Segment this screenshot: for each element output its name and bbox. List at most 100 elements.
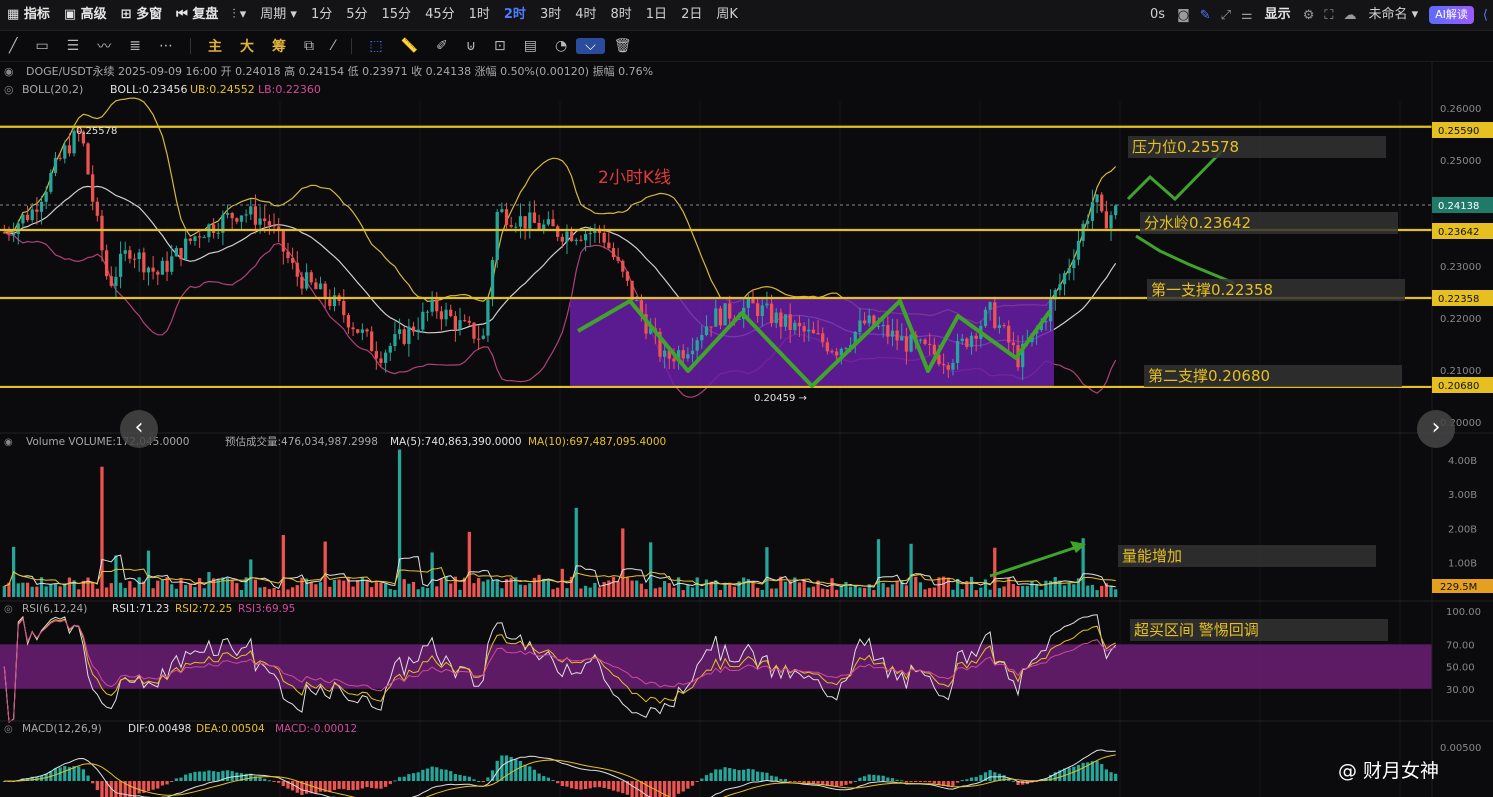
big-order-button[interactable]: 大 <box>231 36 263 56</box>
candle-body <box>197 236 202 238</box>
fullscreen-icon[interactable]: ⛶ <box>1319 8 1338 23</box>
next-arrow-button[interactable]: › <box>1417 410 1455 448</box>
lock-icon[interactable]: ⊡ <box>485 38 515 54</box>
candle-body <box>909 334 913 352</box>
display-menu[interactable]: 显示 <box>1258 0 1298 30</box>
volume-bar <box>565 588 569 597</box>
candle-body <box>751 298 755 304</box>
advanced-menu[interactable]: ▣ 高级 <box>57 0 114 30</box>
bell-icon[interactable]: ◎ <box>4 724 13 735</box>
macd-hist-bar <box>895 779 899 781</box>
macd-hist-bar <box>383 781 388 787</box>
volume-bar <box>472 583 476 597</box>
candle-body <box>583 234 588 241</box>
macd-hist-bar <box>718 769 723 781</box>
trash-icon[interactable]: 🗑 <box>605 38 641 54</box>
candle-body <box>504 209 509 226</box>
timeframe-tab-10[interactable]: 2日 <box>674 0 709 30</box>
candle-body <box>556 226 560 237</box>
volume-bar <box>425 588 430 597</box>
line-tool-icon[interactable]: ╱ <box>0 38 26 54</box>
copy-icon[interactable]: ⧉ <box>295 38 323 54</box>
timeframe-tab-8[interactable]: 8时 <box>604 0 639 30</box>
macd-hist-bar <box>518 761 523 781</box>
timeframe-tab-0[interactable]: 1分 <box>304 0 339 30</box>
macd-hist-bar <box>779 778 783 781</box>
candle-body <box>895 330 899 341</box>
brush-icon[interactable]: ⁄ <box>323 38 343 54</box>
candle-body <box>774 312 778 324</box>
account-menu[interactable]: 未命名 ▾ <box>1361 0 1425 30</box>
candle-body <box>523 216 527 229</box>
pen-icon[interactable]: ✎ <box>1195 8 1216 23</box>
note-icon[interactable]: ▤ <box>515 38 546 54</box>
candle-body <box>25 214 30 221</box>
boll-ub-value: UB:0.24552 <box>190 83 255 96</box>
candle-body <box>835 351 839 356</box>
chip-button[interactable]: 筹 <box>263 36 295 56</box>
volume-bar <box>239 589 244 597</box>
macd-hist-bar <box>277 781 281 783</box>
volume-bar <box>35 586 39 597</box>
macd-hist-bar <box>979 775 983 781</box>
bell-icon[interactable]: ◎ <box>4 604 13 615</box>
eye-icon[interactable]: ◉ <box>4 65 14 78</box>
volume-bar <box>546 580 551 597</box>
macd-hist-bar <box>476 780 481 782</box>
candle-body <box>1067 268 1071 274</box>
draw-icon[interactable]: ✐ <box>427 38 457 54</box>
volume-bar <box>323 541 327 597</box>
macd-hist-bar <box>160 781 165 786</box>
eye-icon[interactable]: ◔ <box>546 38 576 54</box>
candle-body <box>318 283 323 290</box>
indicator-menu[interactable]: ▦ 指标 <box>0 0 57 30</box>
timeframe-tab-2[interactable]: 15分 <box>375 0 419 30</box>
magnet-icon[interactable]: ⊍ <box>457 38 485 54</box>
volume-bar <box>142 581 146 597</box>
fib-tool-icon[interactable]: ≣ <box>120 38 150 54</box>
candle-type-icon: ⫶ ▾ <box>232 7 247 22</box>
wave-tool-icon[interactable]: 〰 <box>88 36 120 56</box>
timeframe-tab-6[interactable]: 3时 <box>533 0 568 30</box>
macd-hist-bar <box>621 781 625 794</box>
rect-tool-icon[interactable]: ▭ <box>26 38 57 54</box>
multi-window-menu[interactable]: ⊞ 多窗 <box>114 0 169 30</box>
visible-toggle-icon[interactable]: ⌵ <box>576 38 605 54</box>
prev-arrow-button[interactable]: ‹ <box>120 410 158 448</box>
macd-hist-bar <box>481 781 485 782</box>
gear-icon[interactable]: ⚙ <box>1298 8 1320 23</box>
more-tools-icon[interactable]: ⋯ <box>150 38 182 54</box>
settings-sliders-icon[interactable]: ⚌ <box>1236 8 1258 23</box>
expand-icon[interactable]: ⤢ <box>1216 8 1236 23</box>
candle-body <box>170 256 174 272</box>
ruler-icon[interactable]: 📏 <box>392 38 427 54</box>
volume-axis-tick: 2.00B <box>1448 524 1477 535</box>
period-menu[interactable]: 周期 ▾ <box>253 0 304 30</box>
eye-icon[interactable]: ◉ <box>4 437 13 448</box>
timeframe-tab-11[interactable]: 周K <box>709 0 745 30</box>
camera-icon[interactable]: ◙ <box>1172 8 1195 23</box>
ai-button[interactable]: AI解读 <box>1429 6 1474 24</box>
macd-hist-bar <box>91 781 95 784</box>
select-icon[interactable]: ⬚ <box>360 38 391 54</box>
macd-hist-bar <box>411 773 416 781</box>
candle-body <box>932 344 936 355</box>
chart-type-button[interactable]: ⫶ ▾ <box>225 0 253 30</box>
timeframe-tab-1[interactable]: 5分 <box>339 0 374 30</box>
cloud-icon[interactable]: ☁ <box>1338 8 1361 23</box>
candle-body <box>309 272 313 283</box>
timeframe-tab-9[interactable]: 1日 <box>639 0 674 30</box>
period-low-label: 0.20459 → <box>754 393 807 404</box>
main-chip-button[interactable]: 主 <box>199 36 231 56</box>
timeframe-tab-7[interactable]: 4时 <box>568 0 603 30</box>
share-icon[interactable]: ⟨ <box>1478 8 1493 23</box>
timeframe-tab-4[interactable]: 1时 <box>462 0 497 30</box>
timeframe-tab-3[interactable]: 45分 <box>418 0 462 30</box>
timeframe-tab-5[interactable]: 2时 <box>497 0 533 30</box>
candle-body <box>425 311 430 313</box>
hlines-tool-icon[interactable]: ☰ <box>58 38 89 54</box>
volume-bar <box>21 582 25 597</box>
bell-icon[interactable]: ◎ <box>4 83 14 96</box>
replay-menu[interactable]: ⏮ 复盘 <box>169 0 225 30</box>
chart-canvas[interactable]: DOGE/USDT永续 2025-09-09 16:00 开 0.24018 高… <box>0 61 1493 797</box>
